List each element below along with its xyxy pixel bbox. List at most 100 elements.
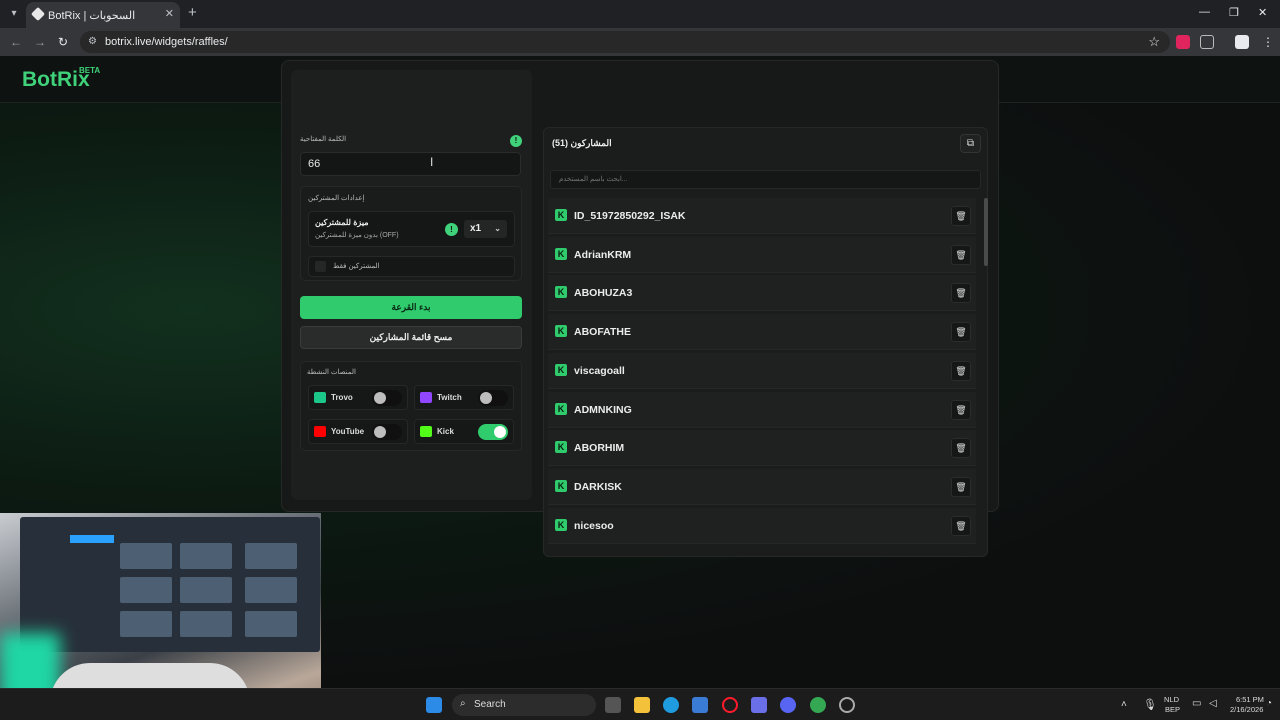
- trash-icon[interactable]: 🗑: [951, 515, 971, 536]
- participant-row: K AdrianKRM 🗑: [548, 236, 976, 273]
- platform-name: Twitch: [437, 393, 462, 402]
- discord-icon[interactable]: [780, 697, 796, 713]
- participant-search-input[interactable]: [550, 170, 981, 189]
- subscribers-only-label: المشتركين فقط: [333, 263, 380, 270]
- trash-icon[interactable]: 🗑: [951, 438, 971, 459]
- store-icon[interactable]: [692, 697, 708, 713]
- subscribers-only-checkbox[interactable]: [315, 261, 326, 272]
- trovo-icon: [314, 392, 326, 403]
- chrome-icon[interactable]: [810, 697, 826, 713]
- clock-date[interactable]: 2/16/2026: [1230, 705, 1263, 714]
- tab-search-icon[interactable]: ▾: [5, 5, 23, 23]
- participant-name: ID_51972850292_ISAK: [574, 210, 686, 222]
- multiplier-value: x1: [470, 223, 482, 234]
- webcam-blur-detail: [180, 577, 232, 603]
- network-icon[interactable]: ▭: [1192, 698, 1201, 709]
- chevron-up-icon[interactable]: ˄: [1121, 699, 1127, 710]
- trash-icon[interactable]: 🗑: [951, 283, 971, 304]
- search-icon: ⌕: [460, 698, 466, 709]
- window-close-button[interactable]: ✕: [1258, 6, 1267, 19]
- kick-icon: K: [555, 518, 567, 531]
- platform-name: YouTube: [331, 427, 365, 436]
- kick-icon: [420, 426, 432, 437]
- task-view-icon[interactable]: [605, 697, 621, 713]
- keyboard-language-bottom[interactable]: BEP: [1165, 705, 1180, 714]
- bookmark-star-icon[interactable]: ☆: [1148, 34, 1160, 50]
- microphone-icon[interactable]: 🎙: [1143, 698, 1157, 711]
- platform-trovo: Trovo: [308, 385, 408, 410]
- trash-icon[interactable]: 🗑: [951, 206, 971, 226]
- perk-info-icon[interactable]: !: [445, 223, 458, 236]
- platform-kick: Kick: [414, 419, 514, 444]
- twitch-toggle[interactable]: [478, 390, 508, 406]
- url-text[interactable]: botrix.live/widgets/raffles/: [105, 36, 228, 48]
- minimize-button[interactable]: —: [1199, 6, 1210, 18]
- reload-icon[interactable]: ↻: [58, 35, 68, 49]
- notifications-icon[interactable]: ◔: [1266, 698, 1272, 709]
- participants-scrollbar[interactable]: [984, 198, 988, 266]
- kick-icon: K: [555, 286, 567, 299]
- trash-icon[interactable]: 🗑: [951, 399, 971, 420]
- chevron-down-icon: ⌄: [494, 224, 501, 233]
- extension-icon[interactable]: [1176, 35, 1190, 49]
- windows-start-icon[interactable]: [426, 697, 442, 713]
- trash-icon[interactable]: 🗑: [951, 476, 971, 497]
- kick-icon: K: [555, 402, 567, 415]
- webcam-blur-detail: [120, 611, 172, 637]
- taskbar-search[interactable]: ⌕ Search: [452, 694, 596, 716]
- restore-button[interactable]: ❐: [1229, 6, 1239, 19]
- participants-list: K ID_51972850292_ISAK 🗑 K AdrianKRM 🗑 K ABOHUZA…: [546, 198, 986, 554]
- participant-row: K ADMNKING 🗑: [548, 391, 976, 428]
- participant-row: K DARKISK 🗑: [548, 468, 976, 505]
- tab-close-icon[interactable]: ✕: [165, 7, 174, 20]
- opera-icon[interactable]: [722, 697, 738, 713]
- youtube-toggle[interactable]: [372, 424, 402, 440]
- new-tab-button[interactable]: +: [188, 5, 197, 21]
- clear-participants-button[interactable]: مسح قائمة المشاركين: [300, 326, 522, 349]
- browser-tab[interactable]: BotRix | السحوبات ✕: [26, 2, 180, 28]
- kick-toggle[interactable]: [478, 424, 508, 440]
- kick-icon: K: [555, 363, 567, 376]
- participant-name: DARKISK: [574, 480, 622, 493]
- browser-menu-icon[interactable]: ⋮: [1262, 35, 1274, 49]
- multiplier-select[interactable]: x1 ⌄: [464, 220, 507, 238]
- app-icon[interactable]: [751, 697, 767, 713]
- keyword-input[interactable]: [300, 152, 521, 176]
- toggle-knob: [374, 392, 386, 404]
- trash-icon[interactable]: 🗑: [951, 244, 971, 265]
- active-platforms-title: المنصات النشطة: [307, 369, 356, 376]
- kick-icon: K: [555, 209, 567, 221]
- copy-icon[interactable]: ⧉: [960, 134, 981, 153]
- trovo-toggle[interactable]: [372, 390, 402, 406]
- edge-icon[interactable]: [663, 697, 679, 713]
- keyboard-language-top[interactable]: NLD: [1164, 695, 1179, 704]
- webcam-blur-detail: [245, 611, 297, 637]
- trash-icon[interactable]: 🗑: [951, 322, 971, 343]
- url-field[interactable]: ⚙ botrix.live/widgets/raffles/ ☆: [80, 31, 1170, 53]
- platform-name: Kick: [437, 427, 454, 436]
- beta-badge: BETA: [79, 66, 101, 75]
- participant-name: viscagoall: [574, 364, 625, 377]
- kick-icon: K: [555, 325, 567, 338]
- back-icon[interactable]: ←: [10, 35, 22, 49]
- start-raffle-button[interactable]: بدء القرعة: [300, 296, 522, 319]
- participant-row: Knicesoo 🗑: [548, 507, 976, 544]
- app-icon[interactable]: [839, 697, 855, 713]
- extensions-puzzle-icon[interactable]: [1200, 35, 1214, 49]
- participant-name: nicesoo: [574, 519, 614, 532]
- webcam-blur-detail: [245, 543, 297, 569]
- trash-icon[interactable]: 🗑: [951, 360, 971, 381]
- participant-name: ABOHUZA3: [574, 287, 633, 300]
- clock-time[interactable]: 6:51 PM: [1236, 695, 1264, 704]
- participant-name: ADMNKING: [574, 403, 632, 416]
- twitch-icon: [420, 392, 432, 403]
- platform-name: Trovo: [331, 393, 353, 402]
- site-info-icon[interactable]: ⚙: [88, 36, 97, 47]
- file-explorer-icon[interactable]: [634, 697, 650, 713]
- volume-icon[interactable]: ◁: [1209, 698, 1217, 709]
- keyword-info-icon[interactable]: !: [510, 135, 522, 147]
- forward-icon[interactable]: →: [34, 35, 46, 49]
- windows-taskbar: ⌕ Search ˄ 🎙 NLD BEP ▭ ◁ 6:51 PM 2/16/20…: [0, 688, 1280, 720]
- profile-icon[interactable]: [1235, 35, 1249, 49]
- webcam-blur-detail: [180, 543, 232, 569]
